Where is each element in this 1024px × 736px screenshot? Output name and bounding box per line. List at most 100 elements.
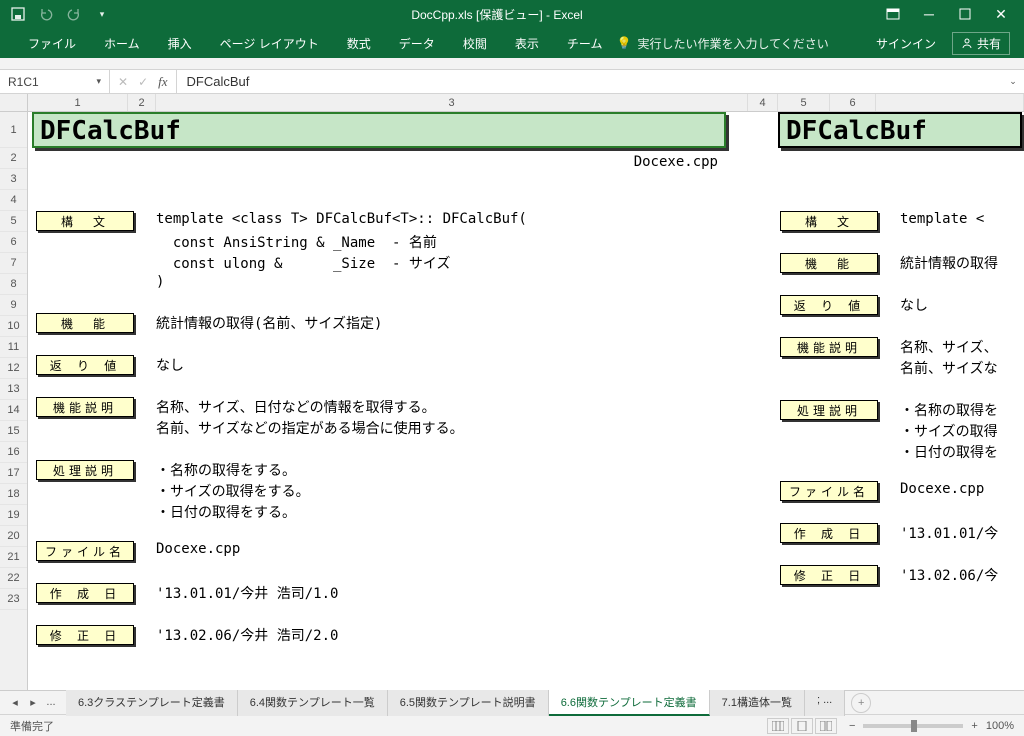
doc-text[interactable]: 統計情報の取得(名前、サイズ指定)	[156, 313, 382, 333]
row-header[interactable]: 17	[0, 463, 27, 484]
section-label[interactable]: 機 能	[780, 253, 878, 273]
view-page-layout-icon[interactable]	[791, 718, 813, 734]
ribbon-options-icon[interactable]	[884, 5, 902, 23]
tab-home[interactable]: ホーム	[90, 28, 154, 58]
save-icon[interactable]	[10, 6, 26, 22]
doc-text[interactable]: ・サイズの取得をする。	[156, 481, 310, 501]
doc-text[interactable]: Docexe.cpp	[156, 541, 240, 557]
row-header[interactable]: 15	[0, 421, 27, 442]
view-page-break-icon[interactable]	[815, 718, 837, 734]
doc-text[interactable]: 名前、サイズなどの指定がある場合に使用する。	[156, 418, 464, 438]
row-header[interactable]: 10	[0, 316, 27, 337]
doc-text[interactable]: 統計情報の取得	[900, 253, 998, 273]
cells-area[interactable]: DFCalcBuf DFCalcBuf Docexe.cpp 構 文templa…	[28, 112, 1024, 690]
section-label[interactable]: 処理説明	[36, 460, 134, 480]
tell-me-input[interactable]: 💡 実行したい作業を入力してください	[616, 35, 828, 52]
row-header[interactable]: 5	[0, 211, 27, 232]
row-header[interactable]: 23	[0, 589, 27, 610]
accept-formula-icon[interactable]: ✓	[138, 75, 148, 89]
fx-icon[interactable]: fx	[158, 74, 167, 90]
row-header[interactable]: 21	[0, 547, 27, 568]
tab-view[interactable]: 表示	[501, 28, 553, 58]
doc-text[interactable]: なし	[156, 355, 184, 375]
row-header[interactable]: 20	[0, 526, 27, 547]
sheet-tab[interactable]: 6.6関数テンプレート定義書	[549, 690, 710, 716]
doc-text[interactable]: '13.02.06/今井 浩司/2.0	[156, 625, 338, 645]
doc-text[interactable]: ・名称の取得を	[900, 400, 998, 420]
tab-data[interactable]: データ	[385, 28, 449, 58]
section-label[interactable]: 作 成 日	[780, 523, 878, 543]
section-label[interactable]: ファイル名	[36, 541, 134, 561]
row-header[interactable]: 18	[0, 484, 27, 505]
section-label[interactable]: 処理説明	[780, 400, 878, 420]
view-normal-icon[interactable]	[767, 718, 789, 734]
signin-link[interactable]: サインイン	[876, 35, 936, 52]
source-file-left[interactable]: Docexe.cpp	[32, 154, 726, 170]
section-label[interactable]: 構 文	[36, 211, 134, 231]
row-header[interactable]: 11	[0, 337, 27, 358]
redo-icon[interactable]	[66, 6, 82, 22]
row-header[interactable]: 19	[0, 505, 27, 526]
add-sheet-button[interactable]: +	[851, 693, 871, 713]
zoom-level[interactable]: 100%	[986, 720, 1014, 732]
column-header[interactable]: 5	[778, 94, 830, 111]
section-label[interactable]: 機能説明	[36, 397, 134, 417]
tab-page-layout[interactable]: ページ レイアウト	[206, 28, 333, 58]
chevron-down-icon[interactable]: ▾	[96, 76, 101, 87]
column-header[interactable]: 1	[28, 94, 128, 111]
select-all-button[interactable]	[0, 94, 28, 111]
tab-overflow-left[interactable]: ...	[44, 696, 58, 709]
row-header[interactable]: 9	[0, 295, 27, 316]
row-header[interactable]: 4	[0, 190, 27, 211]
section-label[interactable]: 修 正 日	[780, 565, 878, 585]
qat-dropdown-icon[interactable]: ▾	[94, 6, 110, 22]
maximize-icon[interactable]	[956, 5, 974, 23]
section-label[interactable]: 返 り 値	[780, 295, 878, 315]
doc-text[interactable]: '13.01.01/今	[900, 523, 998, 543]
tab-formulas[interactable]: 数式	[333, 28, 385, 58]
section-label[interactable]: 構 文	[780, 211, 878, 231]
row-header[interactable]: 8	[0, 274, 27, 295]
zoom-in-button[interactable]: +	[971, 720, 977, 732]
doc-text[interactable]: const ulong & _Size - サイズ	[156, 253, 450, 273]
doc-text[interactable]: template <	[900, 211, 984, 227]
doc-text[interactable]: 名称、サイズ、日付などの情報を取得する。	[156, 397, 436, 417]
sheet-tab[interactable]: 6.5関数テンプレート説明書	[388, 690, 549, 716]
doc-text[interactable]: const AnsiString & _Name - 名前	[156, 232, 437, 252]
sheet-tab[interactable]: 7.1構造体一覧	[710, 690, 805, 716]
doc-text[interactable]: ・日付の取得をする。	[156, 502, 296, 522]
doc-text[interactable]: '13.01.01/今井 浩司/1.0	[156, 583, 338, 603]
doc-text[interactable]: なし	[900, 295, 928, 315]
column-header[interactable]: 2	[128, 94, 156, 111]
section-label[interactable]: 機 能	[36, 313, 134, 333]
title-cell-left[interactable]: DFCalcBuf	[32, 112, 726, 148]
tab-team[interactable]: チーム	[553, 28, 617, 58]
doc-text[interactable]: ・サイズの取得	[900, 421, 998, 441]
doc-text[interactable]: ・名称の取得をする。	[156, 460, 296, 480]
row-header[interactable]: 2	[0, 148, 27, 169]
row-header[interactable]: 13	[0, 379, 27, 400]
tab-file[interactable]: ファイル	[14, 28, 90, 58]
section-label[interactable]: 機能説明	[780, 337, 878, 357]
undo-icon[interactable]	[38, 6, 54, 22]
sheet-tab[interactable]: 6.4関数テンプレート一覧	[238, 690, 388, 716]
sheet-tab[interactable]: ; ...	[805, 690, 845, 716]
tab-review[interactable]: 校閲	[449, 28, 501, 58]
column-header[interactable]: 3	[156, 94, 748, 111]
tab-insert[interactable]: 挿入	[154, 28, 206, 58]
tab-scroll-first-icon[interactable]: ◂	[8, 696, 22, 709]
formula-input[interactable]: DFCalcBuf	[177, 70, 1002, 93]
row-header[interactable]: 12	[0, 358, 27, 379]
row-header[interactable]: 22	[0, 568, 27, 589]
sheet-tab[interactable]: 6.3クラステンプレート定義書	[66, 690, 238, 716]
doc-text[interactable]: ・日付の取得を	[900, 442, 998, 462]
doc-text[interactable]: 名前、サイズな	[900, 358, 998, 378]
share-button[interactable]: 共有	[952, 32, 1010, 55]
name-box[interactable]: R1C1 ▾	[0, 70, 110, 93]
close-icon[interactable]: ✕	[992, 5, 1010, 23]
row-header[interactable]: 3	[0, 169, 27, 190]
doc-text[interactable]: )	[156, 274, 164, 290]
section-label[interactable]: 作 成 日	[36, 583, 134, 603]
row-header[interactable]: 7	[0, 253, 27, 274]
doc-text[interactable]: 名称、サイズ、	[900, 337, 998, 357]
